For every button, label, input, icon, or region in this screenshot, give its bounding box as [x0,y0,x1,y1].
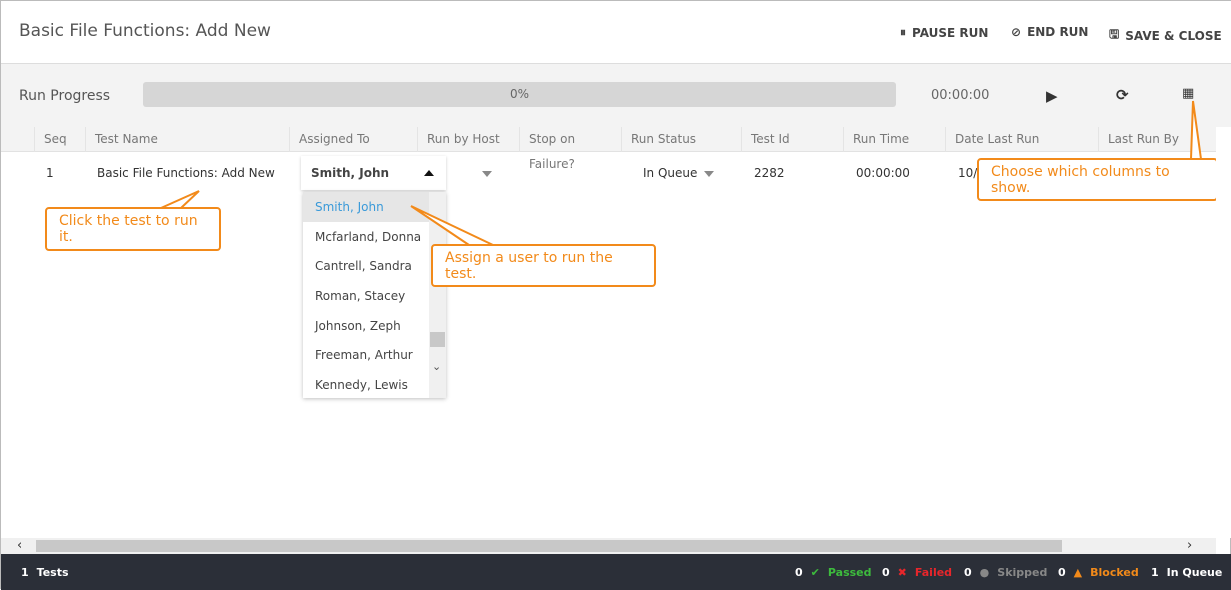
chevron-left-icon[interactable]: ‹ [17,538,22,553]
x-icon: ✖ [897,566,907,579]
skipped-label: Skipped [997,566,1048,579]
chevron-right-icon[interactable]: › [1187,538,1192,553]
tests-label: Tests [36,566,69,579]
check-icon: ✔ [810,566,820,579]
callout-pointers [160,100,1203,246]
callout-run-test: Click the test to run it. [45,207,221,251]
callout-assign-user: Assign a user to run the test. [431,244,656,287]
status-footer: 1 Tests 0 ✔ Passed 0 ✖ Failed 0 ● Skipped 0 ▲ Blo… [1,554,1231,590]
passed-count: 0 [795,566,803,579]
horizontal-scrollbar[interactable]: ‹ › [1,538,1216,554]
warning-icon: ▲ [1073,566,1083,579]
pointer-columns [1189,100,1203,160]
scroll-thumb[interactable] [36,540,1062,552]
tests-count: 1 [21,566,29,579]
pointer-assign [410,205,494,246]
passed-label: Passed [827,566,872,579]
blocked-label: Blocked [1090,566,1139,579]
failed-count: 0 [882,566,890,579]
queue-label: In Queue [1166,566,1223,579]
queue-count: 1 [1151,566,1159,579]
skipped-count: 0 [964,566,972,579]
callout-choose-columns: Choose which columns to show. [977,158,1218,201]
skip-icon: ● [979,566,990,579]
pointer-run [160,190,200,209]
vertical-scrollbar[interactable] [1216,127,1231,538]
blocked-count: 0 [1058,566,1066,579]
failed-label: Failed [914,566,953,579]
